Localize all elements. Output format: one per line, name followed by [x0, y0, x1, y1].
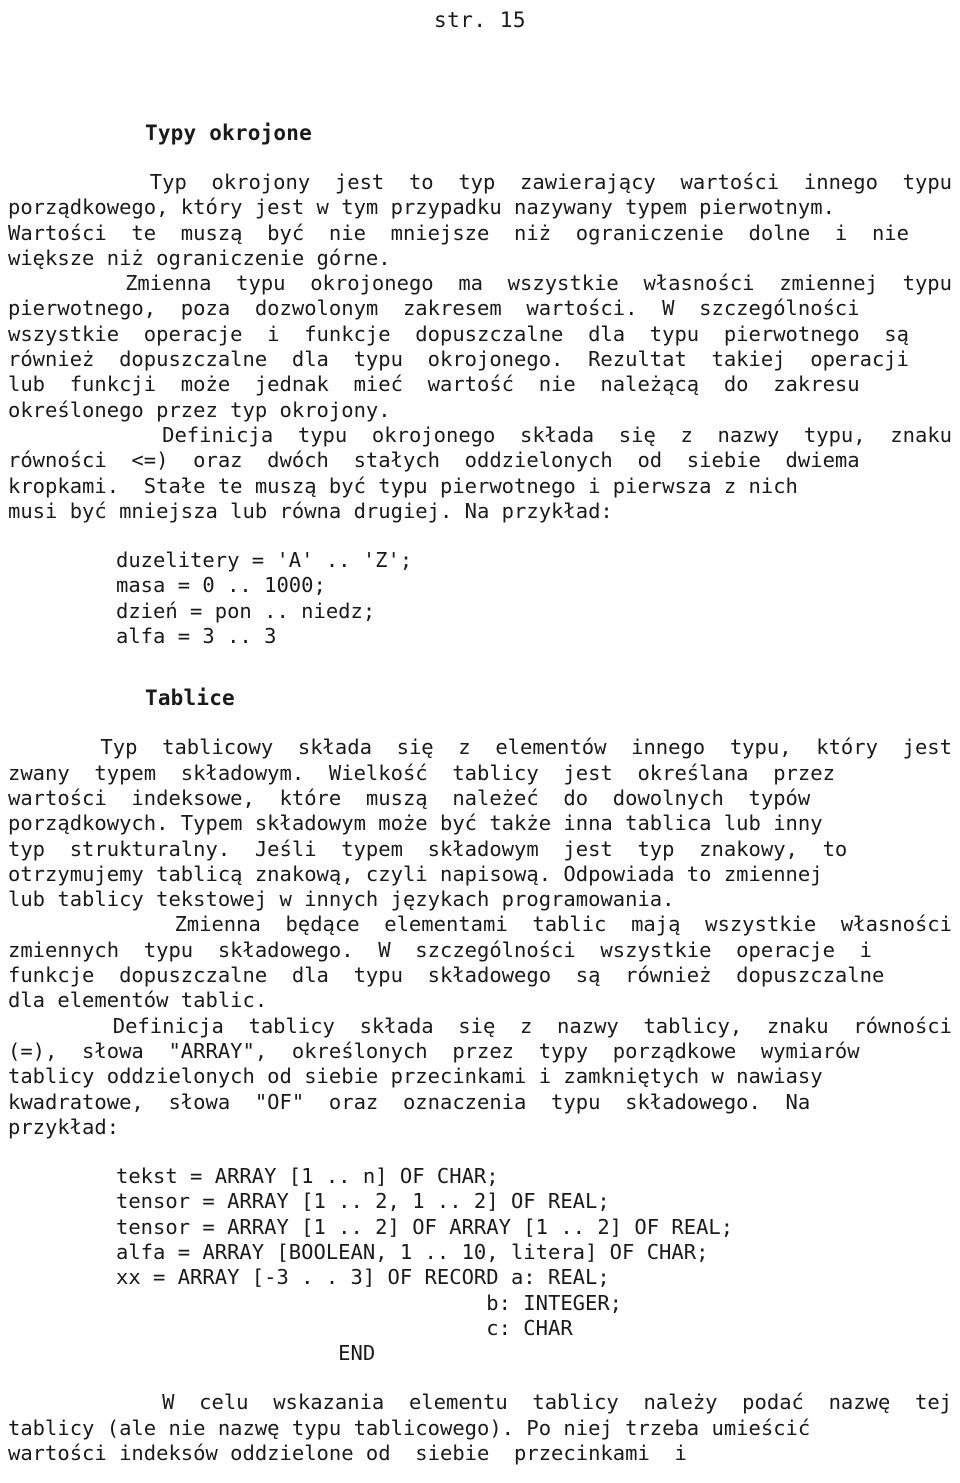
text-line: Wartości te muszą być nie mniejsze niż o… [8, 220, 909, 245]
text-line: porządkowego, który jest w tym przypadku… [8, 195, 835, 220]
text-line: kwadratowe, słowa "OF" oraz oznaczenia t… [8, 1089, 811, 1114]
text-line: wartości indeksów oddzielone od siebie p… [8, 1441, 687, 1466]
document-page: str. 15 Typy okrojone Typ okrojony jest … [0, 0, 960, 1483]
text-line: zwany typem składowym. Wielkość tablicy … [8, 760, 835, 785]
text-line: typ strukturalny. Jeśli typem składowym … [8, 836, 848, 861]
text-line: Typ tablicowy składa się z elementów inn… [100, 735, 952, 760]
text-line: pierwotnego, poza dozwolonym zakresem wa… [8, 296, 860, 321]
text-line: równości <=) oraz dwóch stałych oddzielo… [8, 448, 860, 473]
paragraph-typy-okrojone-3: Definicja typu okrojonego składa się z n… [8, 423, 952, 524]
code-example-array-types: tekst = ARRAY [1 .. n] OF CHAR; tensor =… [116, 1164, 734, 1366]
text-line: tablicy oddzielonych od siebie przecinka… [8, 1064, 823, 1089]
text-line: określonego przez typ okrojony. [8, 397, 391, 422]
text-line: Definicja typu okrojonego składa się z n… [162, 422, 952, 447]
running-header-page-number: str. 15 [433, 8, 526, 32]
text-line: większe niż ograniczenie górne. [8, 245, 391, 270]
paragraph-typy-okrojone-2: Zmienna typu okrojonego ma wszystkie wła… [8, 271, 952, 423]
text-line: przykład: [8, 1114, 120, 1139]
document-body-column: Typy okrojone Typ okrojony jest to typ z… [8, 120, 952, 1466]
paragraph-tablice-closing: W celu wskazania elementu tablicy należy… [8, 1390, 952, 1466]
paragraph-tablice-3: Definicja tablicy składa się z nazwy tab… [8, 1014, 952, 1140]
paragraph-tablice-2: Zmienna będące elementami tablic mają ws… [8, 912, 952, 1013]
text-line: W celu wskazania elementu tablicy należy… [162, 1390, 952, 1415]
text-line: Zmienna typu okrojonego ma wszystkie wła… [125, 271, 952, 296]
text-line: lub funkcji może jednak mieć wartość nie… [8, 372, 860, 397]
text-line: musi być mniejsza lub równa drugiej. Na … [8, 498, 613, 523]
text-line: wszystkie operacje i funkcje dopuszczaln… [8, 321, 909, 346]
text-line: kropkami. Stałe te muszą być typu pierwo… [8, 473, 798, 498]
paragraph-tablice-1: Typ tablicowy składa się z elementów inn… [8, 735, 952, 912]
text-line: otrzymujemy tablicą znakową, czyli napis… [8, 861, 823, 886]
text-line: również dopuszczalne dla typu okrojonego… [8, 347, 909, 372]
text-line: zmiennych typu składowego. W szczególnoś… [8, 937, 872, 962]
text-line: tablicy (ale nie nazwę typu tablicowego)… [8, 1415, 811, 1440]
paragraph-typy-okrojone-1: Typ okrojony jest to typ zawierający war… [8, 170, 952, 271]
text-line: Definicja tablicy składa się z nazwy tab… [112, 1013, 952, 1038]
text-line: wartości indeksowe, które muszą należeć … [8, 785, 811, 810]
text-line: dla elementów tablic. [8, 988, 268, 1013]
text-line: Zmienna będące elementami tablic mają ws… [174, 912, 952, 937]
text-line: funkcje dopuszczalne dla typu składowego… [8, 963, 885, 988]
text-line: lub tablicy tekstowej w innych językach … [8, 887, 675, 912]
section-heading-typy-okrojone: Typy okrojone [145, 121, 312, 145]
text-line: porządkowych. Typem składowym może być t… [8, 811, 823, 836]
code-example-subrange-types: duzelitery = 'A' .. 'Z'; masa = 0 .. 100… [116, 548, 413, 649]
text-line: (=), słowa "ARRAY", określonych przez ty… [8, 1038, 860, 1063]
section-heading-tablice: Tablice [145, 686, 235, 711]
text-line: Typ okrojony jest to typ zawierający war… [149, 170, 952, 194]
